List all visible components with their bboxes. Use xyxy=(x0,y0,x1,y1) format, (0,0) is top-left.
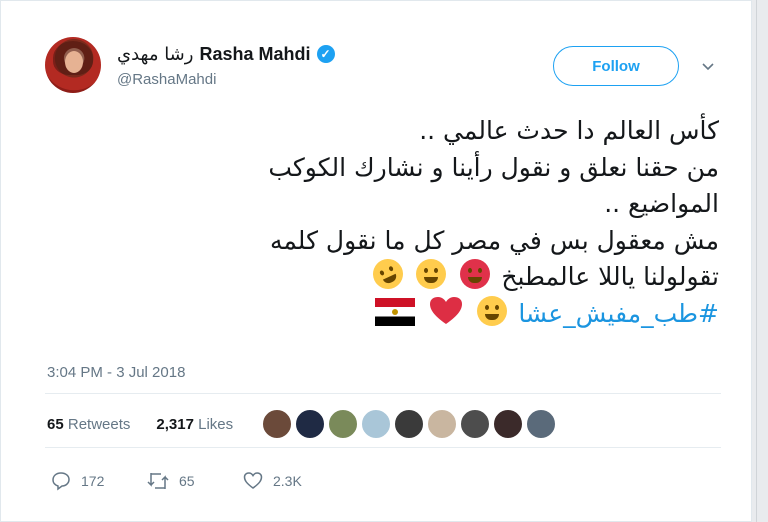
reply-icon xyxy=(52,472,70,491)
likes-count: 2,317 xyxy=(156,416,194,433)
reply-action[interactable]: 172 xyxy=(51,471,147,491)
tweet-line: كأس العالم دا حدث عالمي .. xyxy=(419,116,719,145)
retweet-icon xyxy=(147,473,169,489)
verified-badge-icon: ✓ xyxy=(316,45,335,63)
tweet-stats: 65 Retweets 2,317 Likes xyxy=(47,416,237,433)
hashtag-link[interactable]: #طب_مفيش_عشا xyxy=(518,299,719,328)
tweet-line: مش معقول بس في مصر كل ما نقول كلمه xyxy=(269,225,719,255)
liker-avatar[interactable] xyxy=(295,409,325,439)
tweet-line: تقولولنا ياللا عالمطبخ xyxy=(501,262,719,291)
avatar-face xyxy=(65,51,83,73)
likes-stat[interactable]: 2,317 Likes xyxy=(156,416,237,433)
window-edge xyxy=(756,0,757,522)
red-heart-emoji-icon xyxy=(430,296,463,324)
divider xyxy=(45,447,721,448)
retweet-action[interactable]: 65 xyxy=(147,471,243,491)
hashtag-line: #طب_مفيش_عشا xyxy=(239,295,719,333)
retweets-stat[interactable]: 65 Retweets xyxy=(47,416,134,433)
author-name-arabic[interactable]: رشا مهدي xyxy=(117,44,193,65)
author-name-row[interactable]: رشا مهدي Rasha Mahdi ✓ xyxy=(117,43,335,65)
heart-icon xyxy=(243,472,263,489)
tweet-text: كأس العالم دا حدث عالمي .. من حقنا نعلق … xyxy=(239,113,719,332)
egypt-flag-emoji-icon xyxy=(375,297,416,326)
tweet-card: رشا مهدي Rasha Mahdi ✓ @RashaMahdi Follo… xyxy=(0,0,752,522)
liker-avatar[interactable] xyxy=(361,409,391,439)
liker-avatar[interactable] xyxy=(262,409,292,439)
follow-button[interactable]: Follow xyxy=(553,46,679,86)
like-count: 2.3K xyxy=(273,473,302,489)
chevron-down-icon[interactable] xyxy=(701,59,715,73)
avatar[interactable] xyxy=(45,37,101,93)
liker-avatar[interactable] xyxy=(427,409,457,439)
winking-face-tongue-emoji-icon xyxy=(477,295,508,326)
liker-avatars xyxy=(262,409,556,439)
tweet-line-with-emojis: تقولولنا ياللا عالمطبخ xyxy=(239,254,719,296)
tweet-timestamp[interactable]: 3:04 PM - 3 Jul 2018 xyxy=(47,364,185,381)
grinning-face-emoji-icon xyxy=(416,259,447,289)
tweet-line: من حقنا نعلق و نقول رأينا و نشارك الكوكب xyxy=(268,152,719,182)
rofl-emoji-icon xyxy=(367,254,408,294)
author-name-english[interactable]: Rasha Mahdi xyxy=(199,44,310,65)
liker-avatar[interactable] xyxy=(328,409,358,439)
retweets-count: 65 xyxy=(47,416,64,433)
liker-avatar[interactable] xyxy=(460,409,490,439)
tweet-actions: 172 65 2.3K xyxy=(51,471,339,491)
retweet-count: 65 xyxy=(179,473,195,489)
author-handle[interactable]: @RashaMahdi xyxy=(117,71,216,88)
liker-avatar[interactable] xyxy=(526,409,556,439)
retweets-label: Retweets xyxy=(67,416,131,433)
angry-face-emoji-icon xyxy=(460,259,491,289)
liker-avatar[interactable] xyxy=(493,409,523,439)
likes-label: Likes xyxy=(198,416,234,433)
divider xyxy=(45,393,721,394)
like-action[interactable]: 2.3K xyxy=(243,471,339,491)
liker-avatar[interactable] xyxy=(394,409,424,439)
reply-count: 172 xyxy=(81,473,105,489)
tweet-line: المواضيع .. xyxy=(604,189,719,218)
